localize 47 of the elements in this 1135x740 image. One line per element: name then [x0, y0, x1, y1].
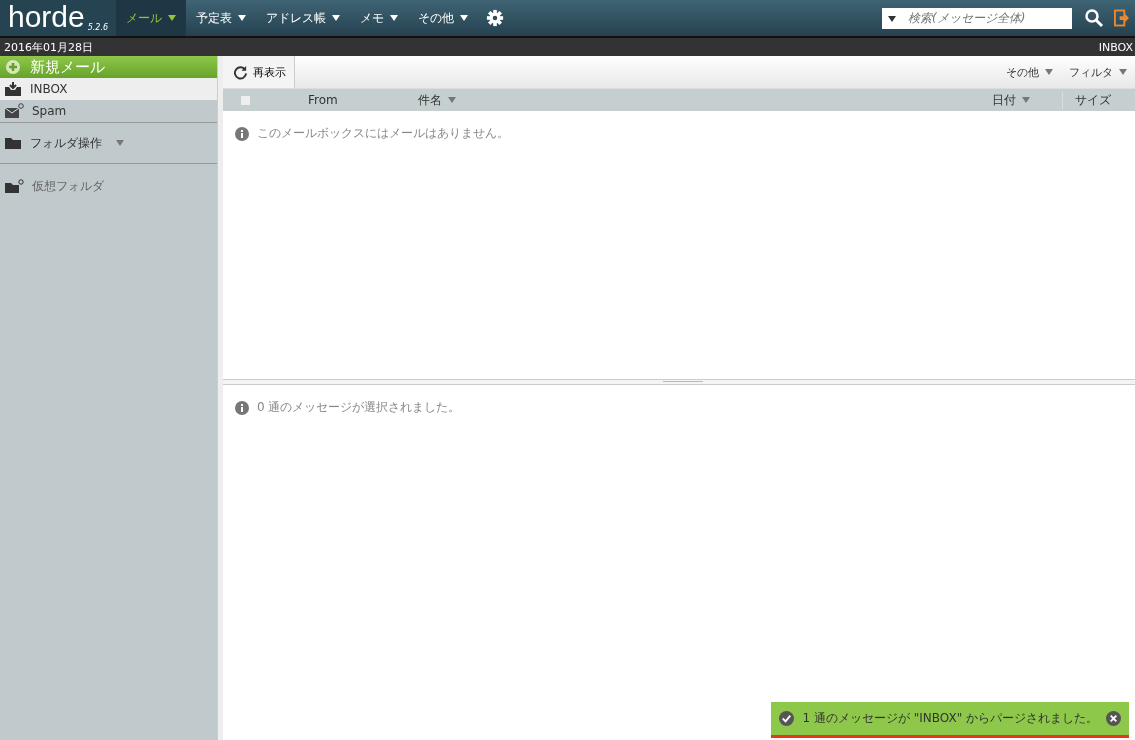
column-header[interactable]: 件名: [418, 91, 442, 109]
close-icon[interactable]: [1106, 711, 1121, 726]
caret-icon: [888, 15, 896, 22]
caret-icon: [390, 15, 399, 21]
folder-icon: [4, 136, 22, 150]
caret-icon: [448, 97, 456, 103]
virtual-folders-item[interactable]: 仮想フォルダ: [0, 164, 217, 208]
envelope-icon: [4, 103, 24, 119]
column-header[interactable]: From: [308, 93, 338, 107]
filter-menu-button[interactable]: フィルタ: [1061, 64, 1135, 80]
menu-tab[interactable]: アドレス帳: [256, 0, 351, 36]
caret-icon: [238, 15, 247, 21]
menu-tab[interactable]: メモ: [350, 0, 409, 36]
caret-icon: [1022, 97, 1030, 103]
select-all-checkbox[interactable]: [241, 95, 250, 105]
date-text: 2016年01月28日: [4, 39, 93, 55]
logout-icon[interactable]: [1114, 9, 1129, 27]
menu-tab[interactable]: メール: [116, 0, 187, 36]
folder-actions-menu[interactable]: フォルダ操作: [0, 123, 217, 163]
folder-item[interactable]: Spam: [0, 100, 217, 122]
mailbox-title: INBOX: [1098, 40, 1133, 54]
caret-icon: [332, 15, 341, 21]
caret-icon: [116, 140, 124, 146]
caret-icon: [460, 15, 469, 21]
folder-item[interactable]: INBOX: [0, 78, 217, 100]
caret-icon: [1119, 69, 1127, 75]
refresh-icon: [233, 64, 248, 80]
notification-text: 1 通のメッセージが "INBOX" からパージされました。: [802, 710, 1098, 727]
plus-icon: [6, 60, 20, 74]
caret-icon: [1045, 69, 1053, 75]
inbox-icon: [4, 81, 22, 97]
other-menu-button[interactable]: その他: [998, 64, 1061, 80]
search-field[interactable]: 検索(メッセージ全体): [882, 7, 1072, 29]
search-icon[interactable]: [1084, 8, 1104, 28]
folder-icon: [4, 178, 24, 194]
menu-tab[interactable]: 予定表: [186, 0, 257, 36]
column-header[interactable]: サイズ: [1075, 91, 1111, 109]
menu-tab[interactable]: その他: [408, 0, 479, 36]
info-icon: [235, 126, 249, 141]
selection-message: 0 通のメッセージが選択されました。: [257, 399, 461, 416]
settings-icon[interactable]: [486, 9, 505, 27]
check-icon: [779, 711, 795, 726]
caret-icon: [168, 15, 177, 21]
refresh-button[interactable]: 再表示: [223, 56, 295, 88]
info-icon: [235, 400, 249, 415]
column-header[interactable]: 日付: [992, 91, 1016, 109]
empty-message: このメールボックスにはメールはありません。: [257, 125, 509, 142]
